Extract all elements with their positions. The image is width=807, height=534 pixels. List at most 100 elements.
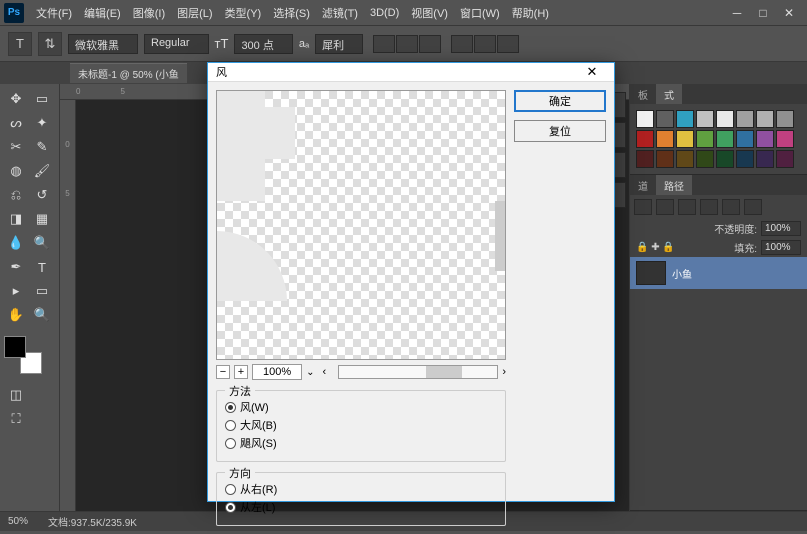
font-family-select[interactable]: 微软雅黑 — [68, 34, 138, 54]
zoom-out-button[interactable]: − — [216, 365, 230, 379]
style-swatch[interactable] — [676, 130, 694, 148]
healing-tool[interactable]: ◍ — [4, 160, 28, 182]
zoom-tool[interactable]: 🔍 — [30, 304, 54, 326]
crop-tool[interactable]: ✂ — [4, 136, 28, 158]
zoom-value[interactable]: 100% — [252, 364, 302, 380]
method-blast-radio[interactable]: 大风(B) — [225, 417, 497, 433]
method-stagger-radio[interactable]: 飓风(S) — [225, 435, 497, 451]
char-panel-button[interactable] — [497, 35, 519, 53]
style-swatch[interactable] — [776, 150, 794, 168]
history-brush-tool[interactable]: ↺ — [30, 184, 54, 206]
style-swatch[interactable] — [736, 150, 754, 168]
clone-tool[interactable]: ⎌ — [4, 184, 28, 206]
align-right-button[interactable] — [419, 35, 441, 53]
hand-tool[interactable]: ✋ — [4, 304, 28, 326]
pen-tool[interactable]: ✒ — [4, 256, 28, 278]
menu-view[interactable]: 视图(V) — [405, 5, 454, 21]
tab-paths[interactable]: 路径 — [656, 175, 692, 195]
zoom-in-button[interactable]: + — [234, 365, 248, 379]
opacity-input[interactable] — [761, 221, 801, 236]
eyedropper-tool[interactable]: ✎ — [30, 136, 54, 158]
style-swatch[interactable] — [756, 110, 774, 128]
maximize-button[interactable]: □ — [755, 6, 771, 20]
style-swatch[interactable] — [676, 110, 694, 128]
style-swatch[interactable] — [676, 150, 694, 168]
document-tab[interactable]: 未标题-1 @ 50% (小鱼 — [70, 63, 187, 83]
menu-file[interactable]: 文件(F) — [30, 5, 78, 21]
style-swatch[interactable] — [736, 130, 754, 148]
tab-panel-unknown[interactable]: 板 — [630, 84, 656, 104]
style-swatch[interactable] — [776, 130, 794, 148]
path-select-tool[interactable]: ▸ — [4, 280, 28, 302]
method-wind-radio[interactable]: 风(W) — [225, 399, 497, 415]
active-tool-icon[interactable]: T — [8, 32, 32, 56]
filter-pixel-icon[interactable] — [656, 199, 674, 215]
blur-tool[interactable]: 💧 — [4, 232, 28, 254]
orientation-toggle[interactable]: ⇅ — [38, 32, 62, 56]
warp-text-button[interactable] — [474, 35, 496, 53]
align-center-button[interactable] — [396, 35, 418, 53]
marquee-tool[interactable]: ▭ — [30, 88, 54, 110]
style-swatch[interactable] — [756, 150, 774, 168]
preview-scrollbar-v[interactable] — [495, 201, 505, 271]
style-swatch[interactable] — [756, 130, 774, 148]
tab-channels[interactable]: 道 — [630, 175, 656, 195]
filter-type-icon[interactable] — [700, 199, 718, 215]
style-swatch[interactable] — [736, 110, 754, 128]
menu-edit[interactable]: 编辑(E) — [78, 5, 127, 21]
move-tool[interactable]: ✥ — [4, 88, 28, 110]
type-tool[interactable]: T — [30, 256, 54, 278]
preview-scrollbar-h[interactable] — [338, 365, 498, 379]
style-swatch[interactable] — [656, 150, 674, 168]
dialog-close-button[interactable]: ✕ — [578, 63, 606, 81]
filter-smart-icon[interactable] — [744, 199, 762, 215]
dodge-tool[interactable]: 🔍 — [30, 232, 54, 254]
ok-button[interactable]: 确定 — [514, 90, 606, 112]
filter-shape-icon[interactable] — [722, 199, 740, 215]
style-swatch[interactable] — [716, 150, 734, 168]
reset-button[interactable]: 复位 — [514, 120, 606, 142]
quickmask-toggle[interactable]: ◫ — [4, 384, 28, 406]
style-swatch[interactable] — [776, 110, 794, 128]
dialog-titlebar[interactable]: 风 ✕ — [208, 63, 614, 82]
gradient-tool[interactable]: ▦ — [30, 208, 54, 230]
style-swatch[interactable] — [656, 130, 674, 148]
menu-help[interactable]: 帮助(H) — [506, 5, 555, 21]
style-swatch[interactable] — [716, 110, 734, 128]
style-swatch[interactable] — [696, 110, 714, 128]
direction-right-radio[interactable]: 从右(R) — [225, 481, 497, 497]
align-left-button[interactable] — [373, 35, 395, 53]
menu-3d[interactable]: 3D(D) — [364, 7, 405, 19]
style-swatch[interactable] — [716, 130, 734, 148]
lasso-tool[interactable]: ᔕ — [4, 112, 28, 134]
style-swatch[interactable] — [656, 110, 674, 128]
menu-window[interactable]: 窗口(W) — [454, 5, 506, 21]
fill-input[interactable] — [761, 240, 801, 255]
style-swatch[interactable] — [696, 130, 714, 148]
style-swatch[interactable] — [636, 130, 654, 148]
close-button[interactable]: ✕ — [781, 6, 797, 20]
tab-styles[interactable]: 式 — [656, 84, 682, 104]
font-size-select[interactable]: 300 点 — [234, 34, 292, 54]
zoom-level[interactable]: 50% — [8, 516, 28, 527]
layer-row[interactable]: 小鱼 — [630, 257, 807, 289]
menu-select[interactable]: 选择(S) — [267, 5, 316, 21]
style-swatch[interactable] — [696, 150, 714, 168]
foreground-color-swatch[interactable] — [4, 336, 26, 358]
color-swatches[interactable] — [4, 336, 42, 374]
style-swatch[interactable] — [636, 150, 654, 168]
screenmode-toggle[interactable]: ⛶ — [4, 408, 28, 430]
font-style-select[interactable]: Regular — [144, 34, 209, 54]
menu-image[interactable]: 图像(I) — [127, 5, 171, 21]
brush-tool[interactable]: 🖌 — [30, 160, 54, 182]
minimize-button[interactable]: ─ — [729, 6, 745, 20]
shape-tool[interactable]: ▭ — [30, 280, 54, 302]
eraser-tool[interactable]: ◨ — [4, 208, 28, 230]
text-color-button[interactable] — [451, 35, 473, 53]
lock-icons[interactable]: 🔒 ✚ 🔒 — [636, 242, 675, 253]
style-swatch[interactable] — [636, 110, 654, 128]
magic-wand-tool[interactable]: ✦ — [30, 112, 54, 134]
direction-left-radio[interactable]: 从左(L) — [225, 499, 497, 515]
menu-type[interactable]: 类型(Y) — [219, 5, 268, 21]
menu-layer[interactable]: 图层(L) — [171, 5, 218, 21]
